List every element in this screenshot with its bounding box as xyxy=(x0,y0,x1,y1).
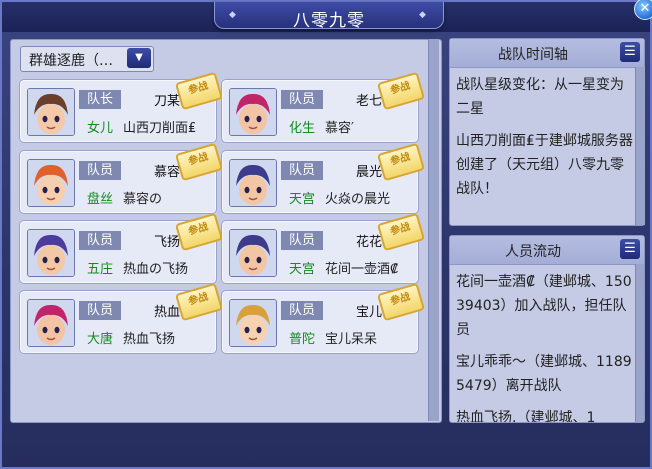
member-school: 天宫 xyxy=(289,192,316,207)
window-title: 八零九零 xyxy=(293,11,365,31)
flow-scrollbar[interactable] xyxy=(635,264,644,422)
member-avatar xyxy=(229,299,277,347)
timeline-header: 战队时间轴 ☰ xyxy=(450,39,644,68)
member-school: 天宫 xyxy=(289,262,316,277)
flow-entry: 花间一壶酒₡（建邺城、15039403）加入战队，担任队员 xyxy=(456,274,632,338)
member-player-name: 火焱の晨光 xyxy=(325,192,391,207)
timeline-title: 战队时间轴 xyxy=(498,47,568,63)
member-name: 飞扬 xyxy=(153,235,180,250)
member-avatar xyxy=(27,229,75,277)
member-name: 慕容 xyxy=(153,165,180,180)
member-player-name: 慕容の xyxy=(123,192,163,207)
member-role: 队员 xyxy=(281,301,323,320)
member-card[interactable]: 队员 慕容 盘丝 慕容の 参战 xyxy=(19,142,224,214)
member-card[interactable]: 队长 刀某 女儿 山西刀削面₤ 参战 xyxy=(19,71,224,143)
member-card[interactable]: 队员 花花 天宫 花间一壶酒₡ 参战 xyxy=(221,212,426,284)
member-card[interactable]: 队员 宝儿 普陀 宝儿呆呆 参战 xyxy=(221,282,426,354)
member-player-name: 热血の飞扬 xyxy=(123,262,189,277)
member-role: 队员 xyxy=(281,161,323,180)
member-role: 队长 xyxy=(79,90,121,109)
league-dropdown-value: 群雄逐鹿（… xyxy=(29,53,113,69)
member-school: 普陀 xyxy=(289,332,316,347)
title-decoration-right-icon: ◆ xyxy=(419,10,426,20)
member-school: 女儿 xyxy=(87,121,114,136)
member-card[interactable]: 队员 晨光 天宫 火焱の晨光 参战 xyxy=(221,142,426,214)
flow-entry: 热血飞扬.（建邺城、1 xyxy=(456,410,596,423)
chevron-down-icon[interactable]: ▼ xyxy=(127,48,151,68)
flow-entry: 宝儿乖乖～（建邺城、11895479）离开战队 xyxy=(456,354,632,394)
flow-panel: 人员流动 ☰ 花间一壶酒₡（建邺城、15039403）加入战队，担任队员 宝儿乖… xyxy=(449,235,645,423)
member-avatar xyxy=(27,299,75,347)
member-role: 队员 xyxy=(79,161,121,180)
member-name: 花花 xyxy=(355,235,382,250)
member-player-name: 热血飞扬 xyxy=(123,332,176,347)
member-player-name: 慕容′ xyxy=(325,121,354,136)
member-role: 队员 xyxy=(79,301,121,320)
flow-body: 花间一壶酒₡（建邺城、15039403）加入战队，担任队员 宝儿乖乖～（建邺城、… xyxy=(456,270,634,423)
flow-title: 人员流动 xyxy=(505,244,561,260)
member-role: 队员 xyxy=(281,231,323,250)
member-role: 队员 xyxy=(281,90,323,109)
member-school: 五庄 xyxy=(87,262,114,277)
member-player-name: 宝儿呆呆 xyxy=(325,332,378,347)
member-avatar xyxy=(27,88,75,136)
timeline-scrollbar[interactable] xyxy=(635,67,645,225)
member-name: 刀某 xyxy=(153,94,180,109)
member-avatar xyxy=(229,88,277,136)
flow-header: 人员流动 ☰ xyxy=(450,236,644,265)
member-name: 热血 xyxy=(153,305,180,320)
member-card[interactable]: 队员 老七 化生 慕容′ 参战 xyxy=(221,71,426,143)
member-role: 队员 xyxy=(79,231,121,250)
member-name: 宝儿 xyxy=(355,305,382,320)
member-school: 大唐 xyxy=(87,332,114,347)
member-card[interactable]: 队员 热血 大唐 热血飞扬 参战 xyxy=(19,282,224,354)
member-school: 盘丝 xyxy=(87,192,114,207)
timeline-entry: 山西刀削面₤于建邺城服务器创建了（天元组）八零九零战队！ xyxy=(456,133,633,197)
flow-menu-button[interactable]: ☰ xyxy=(620,239,640,259)
member-school: 化生 xyxy=(289,121,316,136)
member-player-name: 花间一壶酒₡ xyxy=(325,262,399,277)
member-avatar xyxy=(229,229,277,277)
timeline-menu-button[interactable]: ☰ xyxy=(620,42,640,62)
timeline-entry: 战队星级变化：从一星变为二星 xyxy=(456,77,624,117)
close-button[interactable]: ✕ xyxy=(634,0,652,20)
league-dropdown[interactable]: 群雄逐鹿（… ▼ xyxy=(20,46,154,72)
member-card[interactable]: 队员 飞扬 五庄 热血の飞扬 参战 xyxy=(19,212,224,284)
title-plate: ◆ 八零九零 ◆ xyxy=(214,2,444,31)
timeline-body: 战队星级变化：从一星变为二星 山西刀削面₤于建邺城服务器创建了（天元组）八零九零… xyxy=(456,73,634,209)
member-avatar xyxy=(27,159,75,207)
timeline-panel: 战队时间轴 ☰ 战队星级变化：从一星变为二星 山西刀削面₤于建邺城服务器创建了（… xyxy=(449,38,645,226)
members-scrollbar[interactable] xyxy=(428,39,439,421)
member-player-name: 山西刀削面₤ xyxy=(123,121,197,136)
member-avatar xyxy=(229,159,277,207)
member-name: 晨光 xyxy=(355,165,382,180)
member-name: 老七 xyxy=(355,94,382,109)
